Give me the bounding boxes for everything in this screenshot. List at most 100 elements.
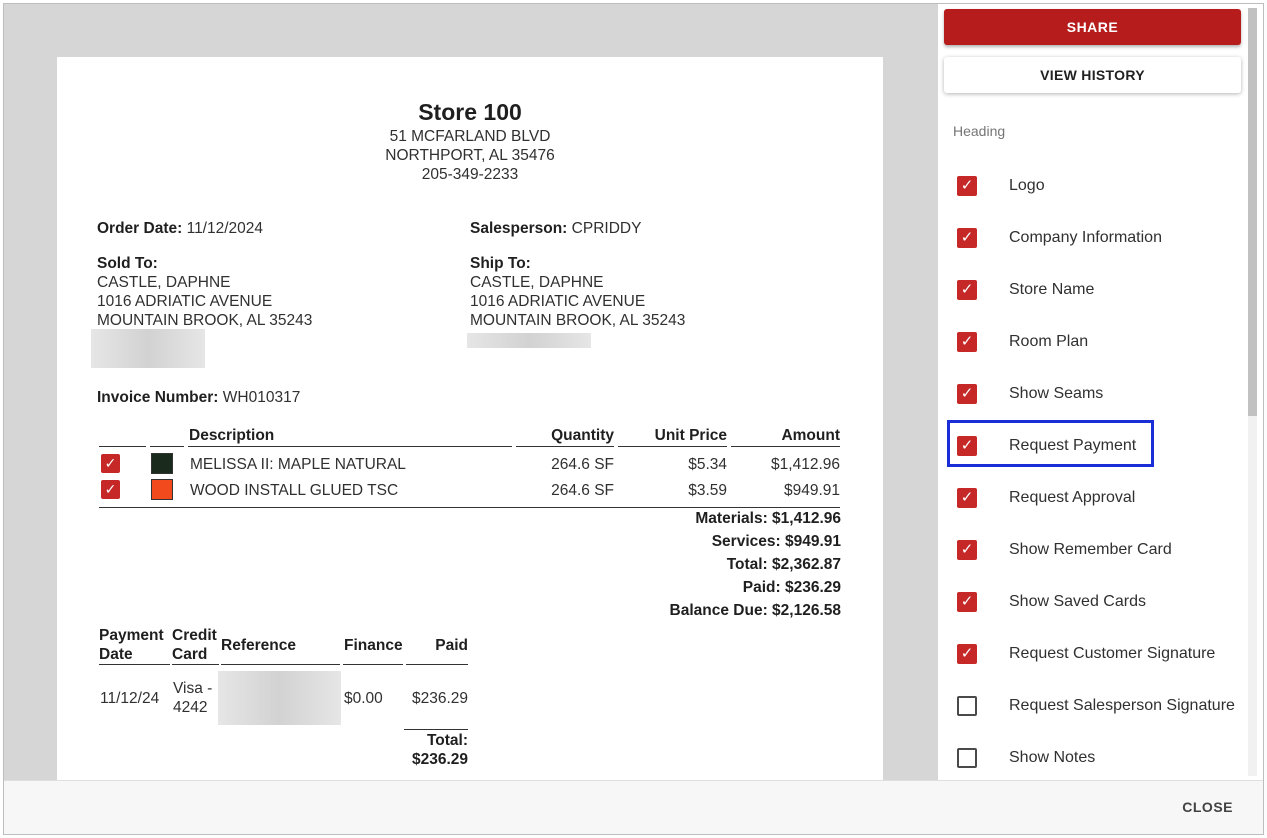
col-unit-price: Unit Price: [618, 425, 727, 447]
option-label: Request Customer Signature: [1009, 645, 1216, 662]
checkbox-checked[interactable]: ✓: [957, 228, 977, 248]
checkbox-checked[interactable]: ✓: [957, 592, 977, 612]
option-show-seams[interactable]: ✓ Show Seams: [950, 374, 1246, 414]
option-label: Request Salesperson Signature: [1009, 697, 1235, 714]
invoice-number-label: Invoice Number:: [97, 389, 219, 406]
order-date: Order Date: 11/12/2024: [97, 219, 263, 238]
redacted-ship-to-phone: [467, 333, 591, 348]
checkbox-checked[interactable]: ✓: [957, 644, 977, 664]
checkbox-unchecked[interactable]: [957, 748, 977, 768]
item-unit-price: $5.34: [688, 456, 727, 473]
check-icon: ✓: [960, 385, 974, 402]
store-name: Store 100: [418, 99, 522, 125]
option-label: Show Saved Cards: [1009, 593, 1146, 610]
ship-to-line: 1016 ADRIATIC AVENUE: [470, 293, 646, 310]
option-company-information[interactable]: ✓ Company Information: [950, 218, 1246, 258]
option-show-remember-card[interactable]: ✓ Show Remember Card: [950, 530, 1246, 570]
ship-to-label: Ship To:: [470, 255, 531, 272]
payment-paid: $236.29: [411, 690, 468, 707]
checkbox-checked[interactable]: ✓: [957, 384, 977, 404]
checkbox-checked[interactable]: ✓: [957, 488, 977, 508]
invoice-preview: Store 100 51 MCFARLAND BLVD NORTHPORT, A…: [4, 4, 938, 780]
payment-card-line: Visa -: [173, 680, 213, 697]
option-label: Room Plan: [1009, 333, 1089, 350]
sold-to-line: MOUNTAIN BROOK, AL 35243: [97, 312, 313, 329]
check-icon: ✓: [960, 489, 974, 506]
sold-to-line: CASTLE, DAPHNE: [97, 274, 231, 291]
option-request-customer-signature[interactable]: ✓ Request Customer Signature: [950, 634, 1246, 674]
sold-to-line: 1016 ADRIATIC AVENUE: [97, 293, 273, 310]
options-scrollbar[interactable]: [1248, 8, 1257, 776]
store-phone: 205-349-2233: [421, 166, 519, 183]
check-icon: ✓: [104, 455, 117, 471]
checkbox-checked[interactable]: ✓: [957, 176, 977, 196]
balance-due: Balance Due: $2,126.58: [669, 602, 841, 619]
finance-header: Finance: [343, 626, 403, 665]
credit-card-header: Credit Card: [172, 626, 219, 665]
check-icon: ✓: [960, 333, 974, 350]
materials-total: Materials: $1,412.96: [695, 510, 841, 527]
check-icon: ✓: [960, 541, 974, 558]
check-icon: ✓: [960, 281, 974, 298]
item-quantity: 264.6 SF: [551, 456, 614, 473]
item-quantity: 264.6 SF: [551, 482, 614, 499]
share-button[interactable]: SHARE: [944, 9, 1241, 45]
option-store-name[interactable]: ✓ Store Name: [950, 270, 1246, 310]
invoice-number: Invoice Number: WH010317: [97, 388, 300, 407]
checkbox-checked[interactable]: ✓: [957, 280, 977, 300]
option-label: Show Notes: [1009, 749, 1096, 766]
check-icon: ✓: [960, 645, 974, 662]
item-checkbox[interactable]: ✓: [101, 480, 120, 499]
check-icon: ✓: [960, 593, 974, 610]
checkbox-checked[interactable]: ✓: [957, 540, 977, 560]
option-label: Company Information: [1009, 229, 1162, 246]
item-color-swatch: [151, 453, 173, 474]
payments-total-value: $236.29: [411, 751, 468, 768]
col-amount: Amount: [731, 425, 840, 447]
section-title-heading: Heading: [953, 123, 1006, 139]
close-button[interactable]: CLOSE: [1182, 799, 1233, 815]
checkbox-checked[interactable]: ✓: [957, 332, 977, 352]
redacted-sold-to-phone: [91, 329, 205, 368]
dialog-footer: CLOSE: [4, 780, 1263, 834]
item-amount: $949.91: [783, 482, 840, 499]
option-logo[interactable]: ✓ Logo: [950, 166, 1246, 206]
payment-date-header: Payment Date: [99, 626, 170, 665]
option-show-notes[interactable]: Show Notes: [950, 738, 1246, 778]
store-header: Store 100 51 MCFARLAND BLVD NORTHPORT, A…: [57, 97, 883, 184]
checkbox-unchecked[interactable]: [957, 696, 977, 716]
redacted-reference: [218, 671, 341, 725]
ship-to-line: CASTLE, DAPHNE: [470, 274, 604, 291]
credit-card-header-line: Credit: [172, 627, 217, 644]
option-label: Store Name: [1009, 281, 1095, 298]
salesperson-value: CPRIDDY: [571, 220, 642, 237]
item-description: WOOD INSTALL GLUED TSC: [190, 482, 399, 499]
option-request-salesperson-signature[interactable]: Request Salesperson Signature: [950, 686, 1246, 726]
focus-highlight-box: [947, 420, 1154, 467]
col-check: [99, 425, 146, 447]
payment-card-line: 4242: [173, 699, 208, 716]
services-total: Services: $949.91: [711, 533, 841, 550]
view-history-button[interactable]: VIEW HISTORY: [944, 57, 1241, 93]
option-request-approval[interactable]: ✓ Request Approval: [950, 478, 1246, 518]
invoice-paper: Store 100 51 MCFARLAND BLVD NORTHPORT, A…: [57, 57, 883, 780]
paid-header: Paid: [406, 626, 468, 665]
payments-total: Total: $236.29: [397, 731, 468, 769]
option-room-plan[interactable]: ✓ Room Plan: [950, 322, 1246, 362]
sold-to: Sold To: CASTLE, DAPHNE 1016 ADRIATIC AV…: [97, 254, 312, 330]
item-amount: $1,412.96: [771, 456, 840, 473]
scrollbar-thumb[interactable]: [1248, 8, 1257, 416]
payments-total-label: Total:: [426, 732, 468, 749]
check-icon: ✓: [960, 229, 974, 246]
payments-total-rule: [404, 729, 468, 730]
payment-date-header-line: Payment: [99, 627, 164, 644]
order-date-value: 11/12/2024: [186, 220, 264, 237]
option-show-saved-cards[interactable]: ✓ Show Saved Cards: [950, 582, 1246, 622]
item-checkbox[interactable]: ✓: [101, 454, 120, 473]
store-address-1: 51 MCFARLAND BLVD: [389, 128, 551, 145]
option-label: Show Remember Card: [1009, 541, 1172, 558]
payment-card: Visa - 4242: [173, 679, 212, 717]
col-quantity: Quantity: [516, 425, 614, 447]
invoice-number-value: WH010317: [222, 389, 301, 406]
reference-header: Reference: [221, 626, 340, 665]
